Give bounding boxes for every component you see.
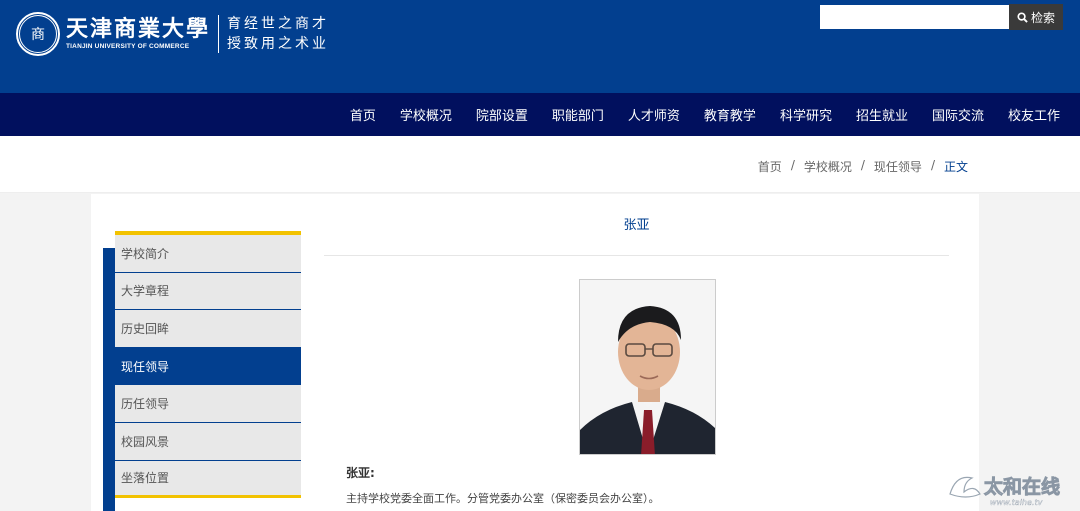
main-nav: 首页 学校概况 院部设置 职能部门 人才师资 教育教学 科学研究 招生就业 国际… <box>0 93 1080 136</box>
university-seal-icon: 商 <box>16 12 60 56</box>
watermark-url: www.taihe.tv <box>990 498 1043 507</box>
leader-name: 张亚: <box>346 466 375 480</box>
breadcrumb-home[interactable]: 首页 <box>758 158 782 175</box>
sidebar-menu: 学校简介 大学章程 历史回眸 现任领导 历任领导 校园风景 坐落位置 <box>115 231 301 499</box>
breadcrumb-current: 正文 <box>943 160 968 174</box>
nav-item-admissions[interactable]: 招生就业 <box>856 105 908 124</box>
breadcrumb-about[interactable]: 学校概况 <box>804 158 852 175</box>
search-input[interactable] <box>820 5 1009 29</box>
nav-item-international[interactable]: 国际交流 <box>932 105 984 124</box>
motto: 育经世之商才 授致用之术业 <box>227 14 329 54</box>
logo-divider <box>218 15 220 53</box>
motto-line-2: 授致用之术业 <box>227 36 330 52</box>
sidebar-item-current-leaders[interactable]: 现任领导 <box>115 347 301 386</box>
sidebar-accent-bar <box>103 248 115 511</box>
search-button-label: 检索 <box>1030 10 1055 25</box>
search-icon <box>1017 11 1028 23</box>
taihe-watermark: 太和在线 www.taihe.tv <box>946 468 1076 508</box>
sidebar-item-location[interactable]: 坐落位置 <box>115 460 301 499</box>
breadcrumb-separator: / <box>790 158 795 172</box>
portrait-photo <box>579 279 716 455</box>
breadcrumb-band: 首页 / 学校概况 / 现任领导 / 正文 <box>0 136 1080 193</box>
search-button[interactable]: 检索 <box>1009 4 1063 30</box>
nav-item-faculty[interactable]: 人才师资 <box>628 105 680 124</box>
nav-item-about[interactable]: 学校概况 <box>400 105 452 124</box>
breadcrumb-separator: / <box>860 158 865 172</box>
sidebar-item-introduction[interactable]: 学校简介 <box>115 235 301 273</box>
nav-item-schools[interactable]: 院部设置 <box>476 105 528 124</box>
article-title: 张亚 <box>623 218 650 233</box>
breadcrumb-leaders[interactable]: 现任领导 <box>874 158 922 175</box>
leader-duties: 主持学校党委全面工作。分管党委办公室（保密委员会办公室）。 <box>346 492 660 505</box>
nav-item-home[interactable]: 首页 <box>350 105 376 124</box>
sidebar-item-former-leaders[interactable]: 历任领导 <box>115 385 301 423</box>
search-box: 检索 <box>820 4 1063 30</box>
nav-item-education[interactable]: 教育教学 <box>704 105 756 124</box>
nav-item-research[interactable]: 科学研究 <box>780 105 832 124</box>
university-logo[interactable]: 商 天津商業大學 TIANJIN UNIVERSITY OF COMMERCE … <box>16 12 329 56</box>
nav-item-alumni[interactable]: 校友工作 <box>1008 105 1060 124</box>
watermark-text: 太和在线 <box>984 475 1060 498</box>
breadcrumb-separator: / <box>930 158 935 172</box>
site-header: 商 天津商業大學 TIANJIN UNIVERSITY OF COMMERCE … <box>0 0 1080 93</box>
motto-line-1: 育经世之商才 <box>227 16 330 32</box>
logo-chinese-name: 天津商業大學 <box>66 16 211 42</box>
breadcrumb: 首页 / 学校概况 / 现任领导 / 正文 <box>758 158 968 175</box>
sidebar-item-campus-scenery[interactable]: 校园风景 <box>115 422 301 461</box>
logo-english-name: TIANJIN UNIVERSITY OF COMMERCE <box>66 43 190 50</box>
article-divider <box>324 255 949 256</box>
sidebar-item-history[interactable]: 历史回眸 <box>115 310 301 348</box>
sidebar-item-charter[interactable]: 大学章程 <box>115 272 301 311</box>
nav-item-departments[interactable]: 职能部门 <box>552 105 604 124</box>
